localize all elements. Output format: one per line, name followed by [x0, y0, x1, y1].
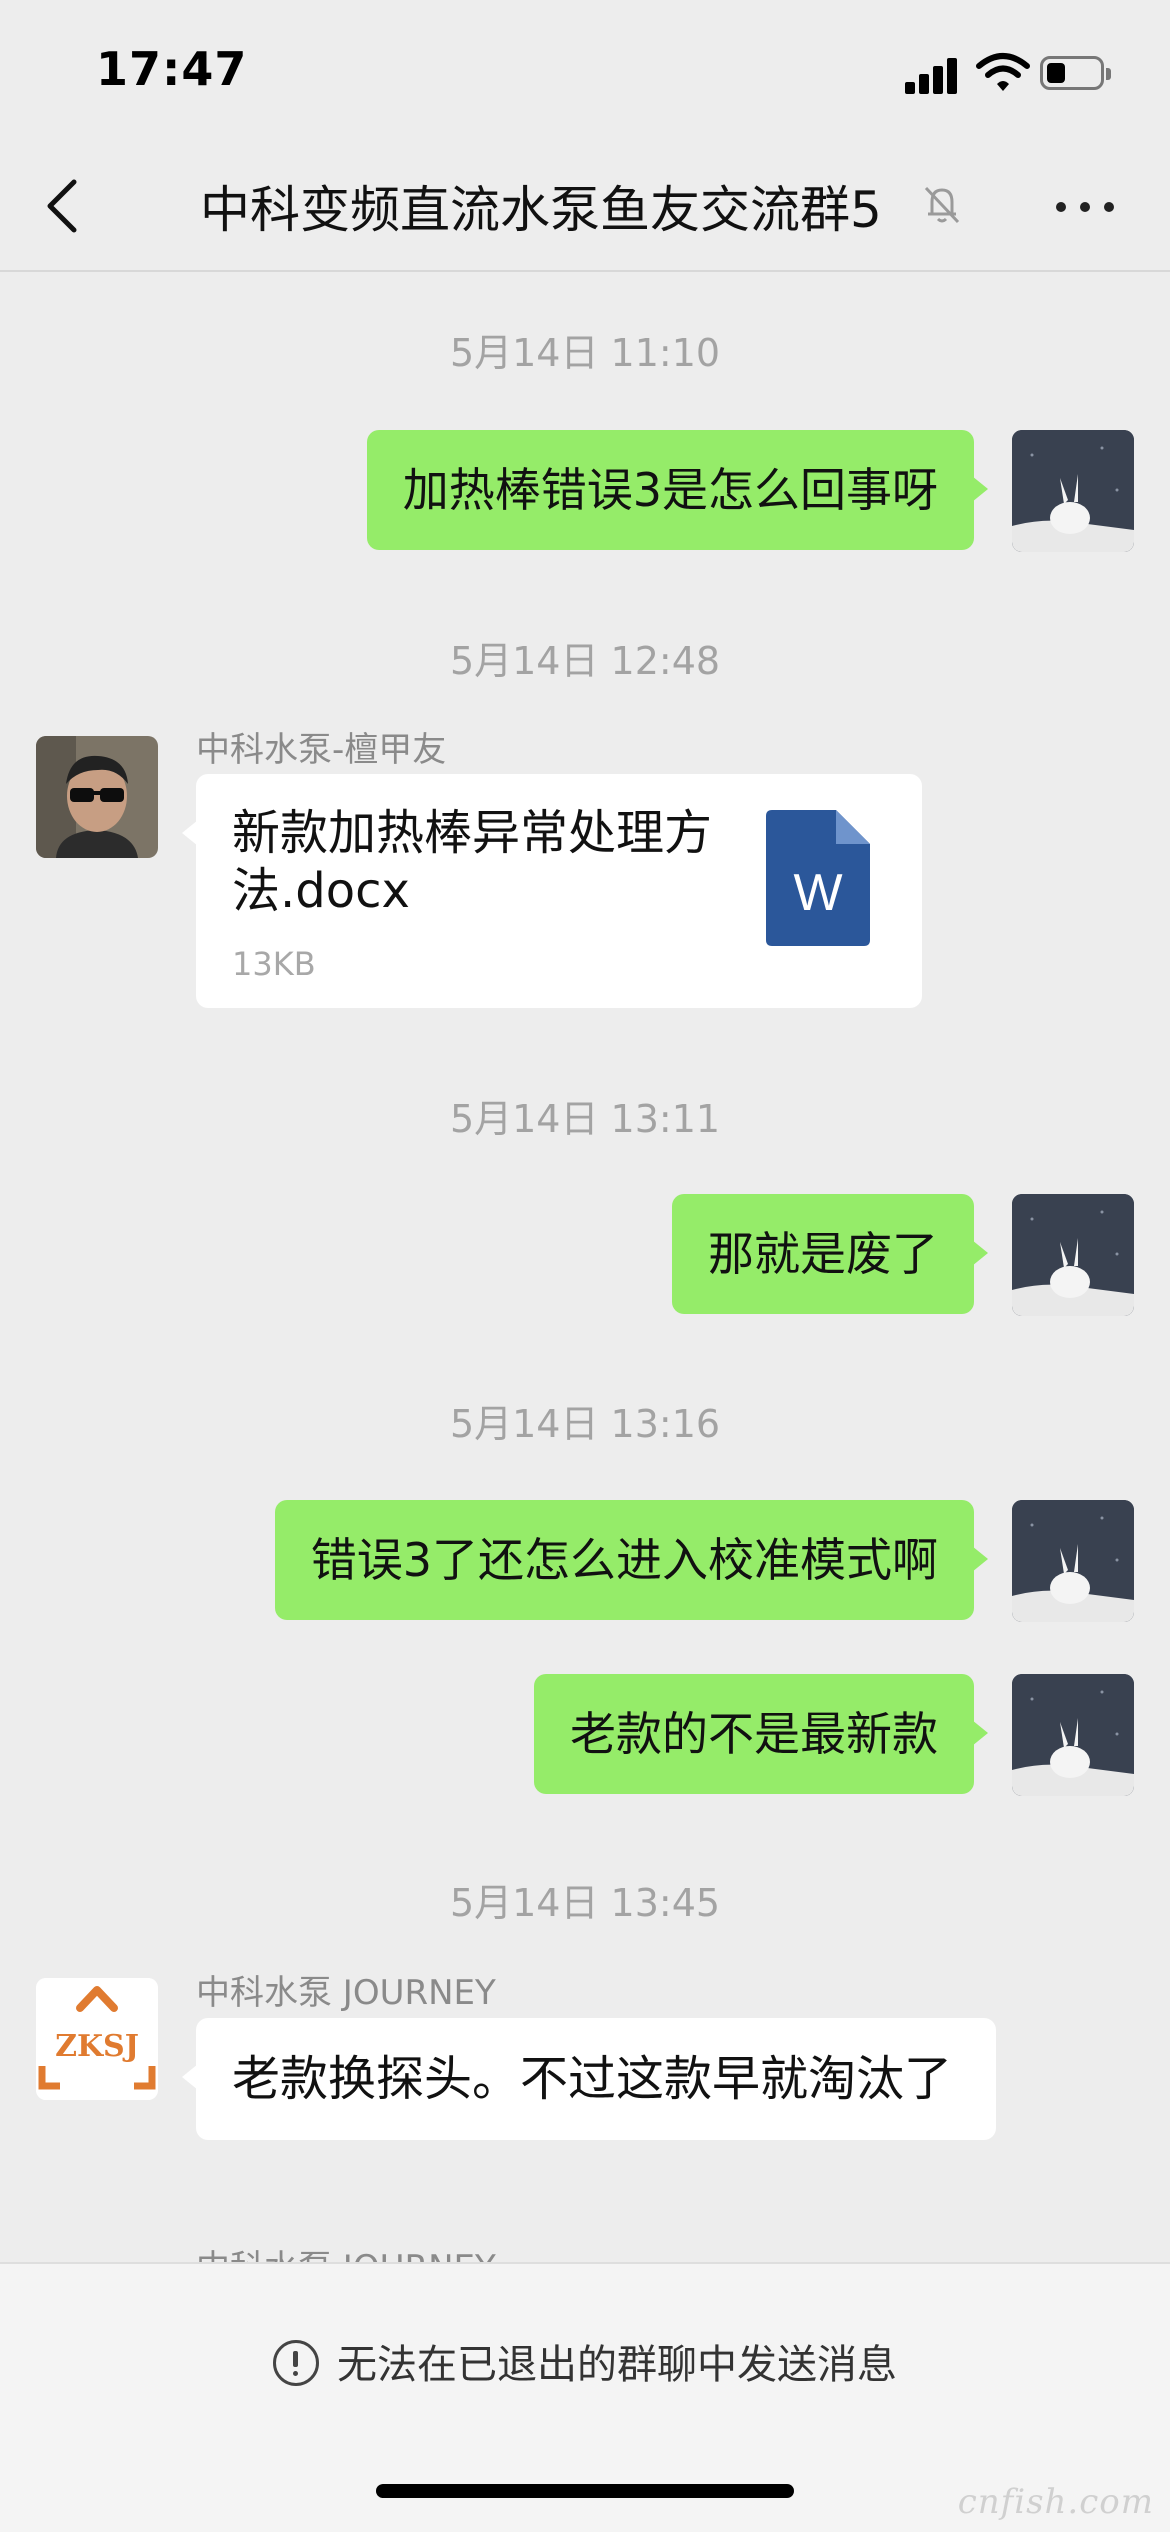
sender-avatar[interactable] — [36, 736, 158, 858]
file-message[interactable]: 新款加热棒异常处理方法.docx 13KB W — [182, 774, 922, 1008]
bunny-avatar-image — [1012, 1194, 1134, 1316]
self-avatar[interactable] — [1012, 1194, 1134, 1316]
zksj-logo-avatar: ZKSJ — [36, 1978, 158, 2100]
timestamp: 5月14日 12:48 — [449, 639, 721, 683]
bottom-bar: 无法在已退出的群聊中发送消息 cnfish.com — [0, 2262, 1170, 2532]
file-name: 新款加热棒异常处理方法.docx — [232, 805, 713, 919]
watermark: cnfish.com — [957, 2482, 1154, 2522]
file-size: 13KB — [232, 945, 316, 983]
notice-text: 无法在已退出的群聊中发送消息 — [337, 2342, 897, 2388]
bunny-avatar-image — [1012, 1674, 1134, 1796]
outgoing-message[interactable]: 加热棒错误3是怎么回事呀 — [366, 430, 989, 550]
outgoing-message[interactable]: 老款的不是最新款 — [534, 1674, 988, 1794]
home-indicator[interactable] — [376, 2484, 794, 2498]
sender-name: 中科水泵-檀甲友 — [196, 730, 447, 770]
cellular-signal-icon — [905, 56, 961, 94]
bunny-avatar-image — [1012, 1500, 1134, 1622]
word-document-icon: W — [766, 810, 870, 946]
svg-text:ZKSJ: ZKSJ — [55, 2029, 139, 2064]
more-button[interactable] — [1050, 180, 1120, 230]
left-group-notice: 无法在已退出的群聊中发送消息 — [0, 2332, 1170, 2390]
outgoing-message[interactable]: 那就是废了 — [672, 1194, 988, 1314]
self-avatar[interactable] — [1012, 1674, 1134, 1796]
back-icon[interactable] — [30, 168, 100, 244]
sender-name: 中科水泵 JOURNEY — [196, 1973, 496, 2013]
info-exclamation-icon — [273, 2340, 319, 2386]
mute-bell-icon — [924, 186, 960, 224]
svg-text:W: W — [793, 864, 842, 922]
status-time: 17:47 — [96, 42, 248, 96]
chat-title: 中科变频直流水泵鱼友交流群5 — [200, 181, 882, 239]
timestamp: 5月14日 11:10 — [449, 331, 721, 375]
status-bar: 17:47 — [0, 0, 1170, 140]
timestamp: 5月14日 13:16 — [449, 1402, 721, 1446]
sender-name: 中科水泵 JOURNEY — [196, 2240, 496, 2262]
sender-avatar[interactable]: ZKSJ — [36, 1978, 158, 2100]
self-avatar[interactable] — [1012, 430, 1134, 552]
man-sunglasses-avatar-image — [36, 736, 158, 858]
self-avatar[interactable] — [1012, 1500, 1134, 1622]
timestamp: 5月14日 13:11 — [449, 1097, 721, 1141]
outgoing-message[interactable]: 错误3了还怎么进入校准模式啊 — [274, 1500, 989, 1620]
bunny-avatar-image — [1012, 430, 1134, 552]
incoming-message[interactable]: 老款换探头。不过这款早就淘汰了 — [182, 2018, 996, 2140]
timestamp: 5月14日 13:45 — [449, 1881, 721, 1925]
battery-icon — [1040, 56, 1111, 90]
nav-bar: 中科变频直流水泵鱼友交流群5 — [0, 140, 1170, 272]
wifi-icon — [976, 53, 1030, 91]
